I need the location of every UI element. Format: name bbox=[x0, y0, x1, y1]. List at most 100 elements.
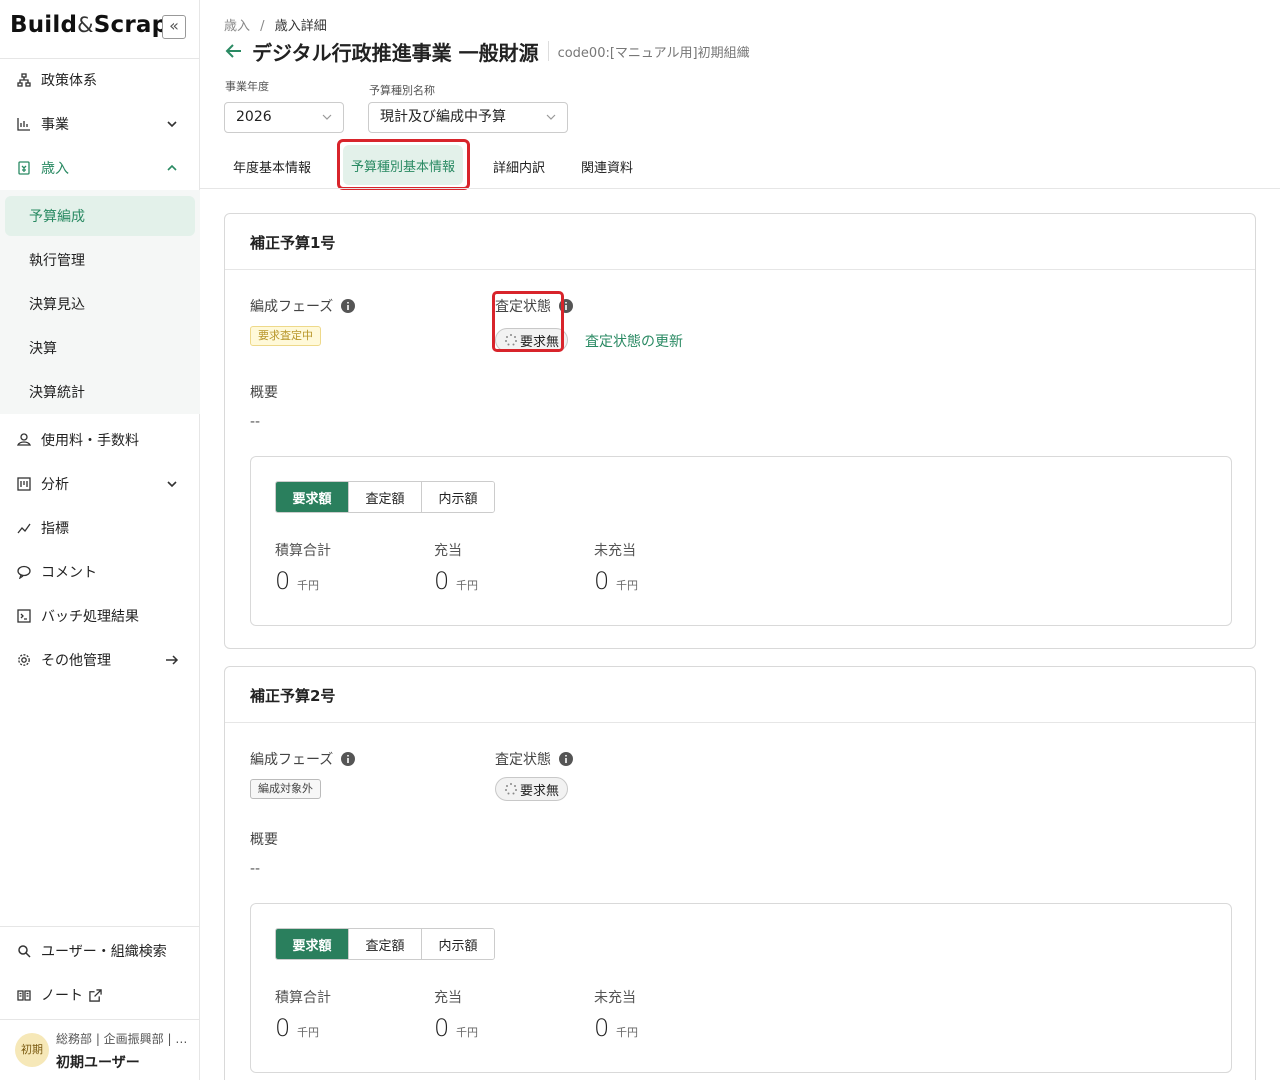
book-icon bbox=[16, 987, 32, 1003]
breadcrumb-current: 歳入詳細 bbox=[274, 19, 327, 34]
metric-value: 0 bbox=[434, 1014, 450, 1042]
nav-label: バッチ処理結果 bbox=[41, 609, 139, 625]
card-title: 補正予算1号 bbox=[250, 234, 336, 252]
metric-label: 未充当 bbox=[594, 543, 636, 559]
sub-item-settlement[interactable]: 決算 bbox=[0, 328, 200, 368]
app-logo[interactable]: Build&Scrap bbox=[10, 12, 168, 38]
tab-fiscal-year-info[interactable]: 年度基本情報 bbox=[233, 146, 311, 186]
card-header: 補正予算2号 bbox=[225, 667, 1255, 723]
segment-assessed-amount[interactable]: 査定額 bbox=[349, 482, 422, 512]
divider bbox=[0, 58, 200, 59]
sidebar: Build&Scrap « 政策体系 事業 歳入 予算編成 執行管理 決算見込 … bbox=[0, 0, 200, 1080]
revenue-submenu: 予算編成 執行管理 決算見込 決算 決算統計 bbox=[0, 190, 200, 414]
nav-item-projects[interactable]: 事業 bbox=[0, 104, 200, 144]
tab-related-materials[interactable]: 関連資料 bbox=[581, 146, 633, 186]
tab-budget-type-info[interactable]: 予算種別基本情報 bbox=[343, 145, 464, 185]
terminal-icon bbox=[16, 608, 32, 624]
nav-item-user-search[interactable]: ユーザー・組織検索 bbox=[0, 931, 200, 971]
nav-label: 事業 bbox=[41, 117, 69, 133]
fiscal-year-value: 2026 bbox=[236, 109, 272, 125]
page-title: デジタル行政推進事業 一般財源 bbox=[252, 40, 539, 65]
chevron-down-icon bbox=[546, 114, 556, 120]
nav-item-analysis[interactable]: 分析 bbox=[0, 464, 200, 504]
nav-item-notes[interactable]: ノート bbox=[0, 975, 200, 1015]
chevron-down-icon bbox=[322, 114, 332, 120]
update-status-link[interactable]: 査定状態の更新 bbox=[585, 331, 683, 351]
nav-item-revenue[interactable]: 歳入 bbox=[0, 148, 200, 188]
nav-label: 分析 bbox=[41, 477, 69, 493]
hierarchy-icon bbox=[16, 72, 32, 88]
fee-icon bbox=[16, 432, 32, 448]
summary-label: 概要 bbox=[250, 832, 278, 848]
back-arrow-icon[interactable] bbox=[224, 41, 244, 61]
phase-badge: 要求査定中 bbox=[250, 326, 321, 346]
info-icon[interactable] bbox=[559, 752, 573, 766]
summary-label: 概要 bbox=[250, 385, 278, 401]
budget-type-select[interactable]: 現計及び編成中予算 bbox=[368, 102, 568, 133]
metric-label: 充当 bbox=[434, 543, 462, 559]
budget-type-value: 現計及び編成中予算 bbox=[380, 109, 506, 125]
breadcrumb: 歳入 / 歳入詳細 bbox=[224, 15, 327, 34]
budget-card: 補正予算1号 編成フェーズ 要求査定中 査定状態 要求無 査定状態の更新 概要 … bbox=[224, 213, 1256, 649]
sub-item-settlement-statistics[interactable]: 決算統計 bbox=[0, 372, 200, 412]
nav-label: その他管理 bbox=[41, 653, 111, 669]
collapse-sidebar-button[interactable]: « bbox=[162, 15, 186, 39]
nav-item-comments[interactable]: コメント bbox=[0, 552, 200, 592]
nav-label: 政策体系 bbox=[41, 73, 97, 89]
divider bbox=[0, 1019, 200, 1020]
metric-value: 0 bbox=[594, 1014, 610, 1042]
user-org: 総務部 | 企画振興部 | … bbox=[56, 1032, 188, 1046]
org-name: code00:[マニュアル用]初期組織 bbox=[557, 45, 750, 61]
sub-item-budget-compilation[interactable]: 予算編成 bbox=[5, 196, 195, 236]
user-menu[interactable]: 初期 総務部 | 企画振興部 | … 初期ユーザー bbox=[0, 1024, 200, 1080]
nav-item-indicators[interactable]: 指標 bbox=[0, 508, 200, 548]
amount-panel: 要求額 査定額 内示額 積算合計 0 千円 充当 0 千円 未充当 0 千円 bbox=[250, 456, 1232, 626]
fiscal-year-label: 事業年度 bbox=[225, 80, 269, 93]
info-icon[interactable] bbox=[341, 752, 356, 766]
metric-label: 積算合計 bbox=[275, 543, 331, 559]
sub-item-execution[interactable]: 執行管理 bbox=[0, 240, 200, 280]
card-header: 補正予算1号 bbox=[225, 214, 1255, 270]
nav-item-fees[interactable]: 使用料・手数料 bbox=[0, 420, 200, 460]
amount-panel: 要求額 査定額 内示額 積算合計 0 千円 充当 0 千円 未充当 0 千円 bbox=[250, 903, 1232, 1073]
phase-badge: 編成対象外 bbox=[250, 779, 321, 799]
breadcrumb-link[interactable]: 歳入 bbox=[224, 19, 250, 34]
segment-assessed-amount[interactable]: 査定額 bbox=[349, 929, 422, 959]
nav-item-policy-system[interactable]: 政策体系 bbox=[0, 60, 200, 100]
metric-unit: 千円 bbox=[616, 579, 638, 592]
revenue-icon bbox=[16, 160, 32, 176]
nav-item-batch-results[interactable]: バッチ処理結果 bbox=[0, 596, 200, 636]
budget-card: 補正予算2号 編成フェーズ 編成対象外 査定状態 要求無 概要 -- 要求額 査… bbox=[224, 666, 1256, 1080]
summary-value: -- bbox=[250, 414, 261, 430]
segment-request-amount[interactable]: 要求額 bbox=[276, 929, 349, 959]
divider bbox=[200, 188, 1280, 189]
segment-request-amount[interactable]: 要求額 bbox=[276, 482, 349, 512]
loading-icon bbox=[505, 783, 517, 795]
divider bbox=[547, 41, 549, 61]
nav-label: ノート bbox=[41, 988, 83, 1004]
tab-details[interactable]: 詳細内訳 bbox=[493, 146, 545, 186]
metric-value: 0 bbox=[275, 1014, 291, 1042]
nav-label: 指標 bbox=[41, 521, 69, 537]
fiscal-year-select[interactable]: 2026 bbox=[224, 102, 344, 133]
amount-type-toggle: 要求額 査定額 内示額 bbox=[275, 928, 495, 960]
nav-label: コメント bbox=[41, 565, 97, 581]
status-pill: 要求無 bbox=[495, 777, 569, 801]
chevron-up-icon bbox=[167, 164, 177, 171]
analysis-icon bbox=[16, 476, 32, 492]
budget-type-label: 予算種別名称 bbox=[369, 84, 435, 97]
trend-icon bbox=[16, 520, 32, 536]
arrow-right-icon bbox=[166, 655, 179, 665]
metric-value: 0 bbox=[434, 567, 450, 595]
info-icon[interactable] bbox=[341, 299, 356, 313]
sub-item-settlement-forecast[interactable]: 決算見込 bbox=[0, 284, 200, 324]
breadcrumb-separator: / bbox=[260, 19, 265, 34]
avatar: 初期 bbox=[15, 1033, 49, 1067]
status-label: 査定状態 bbox=[495, 749, 573, 769]
nav-item-other-management[interactable]: その他管理 bbox=[0, 640, 200, 680]
chevron-down-icon bbox=[167, 121, 177, 128]
segment-informal-amount[interactable]: 内示額 bbox=[422, 482, 494, 512]
phase-label: 編成フェーズ bbox=[250, 749, 356, 769]
segment-informal-amount[interactable]: 内示額 bbox=[422, 929, 494, 959]
chevron-down-icon bbox=[167, 481, 177, 488]
